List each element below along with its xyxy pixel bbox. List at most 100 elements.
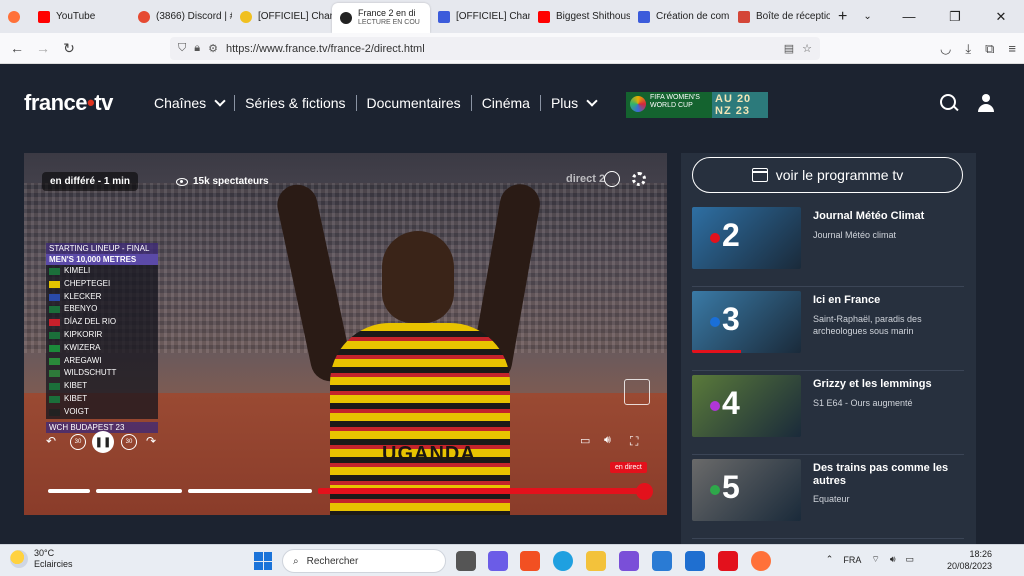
tab-youtube-2[interactable]: Biggest Shithous: [530, 0, 630, 33]
rewind-30-icon[interactable]: 30: [70, 434, 86, 450]
card-title[interactable]: Ici en France: [813, 294, 963, 307]
tv-program-button[interactable]: voir le programme tv: [692, 157, 963, 193]
firefox-icon[interactable]: [751, 551, 771, 571]
mail-icon[interactable]: [685, 551, 705, 571]
flag-icon: [49, 306, 60, 314]
channel-dot-icon: [710, 401, 720, 411]
edge-icon[interactable]: [553, 551, 573, 571]
weather-widget[interactable]: 30°C Eclaircies: [10, 548, 73, 570]
tab-france2[interactable]: France 2 en diLECTURE EN COU✕: [332, 3, 430, 33]
task-view-icon[interactable]: [456, 551, 476, 571]
lineup-list: KIMELI CHEPTEGEI KLECKER EBENYO DÍAZ DEL RIO…: [46, 265, 158, 419]
search-icon[interactable]: [940, 94, 958, 112]
tab-list-chevron-icon[interactable]: ⌄: [855, 0, 879, 33]
lock-icon[interactable]: 🔒︎: [194, 42, 200, 55]
menu-icon[interactable]: ≡: [1008, 41, 1016, 57]
francetv-logo[interactable]: france•tv: [24, 90, 113, 116]
store-icon[interactable]: [520, 551, 540, 571]
volume-icon[interactable]: 🔊︎: [890, 554, 896, 565]
lineup-row: DÍAZ DEL RIO: [46, 316, 158, 329]
channel-card[interactable]: 4 Grizzy et les lemmings S1 E64 - Ours aug…: [692, 375, 964, 455]
wifi-icon[interactable]: ⌔: [871, 554, 879, 565]
flag-icon: [49, 268, 60, 275]
new-tab-button[interactable]: +: [830, 0, 855, 33]
fifa-world-cup-banner[interactable]: FIFA WOMEN'S WORLD CUP AU 20 NZ 23: [626, 92, 768, 118]
download-icon[interactable]: ⤓: [965, 41, 971, 57]
pocket-icon[interactable]: ◡: [940, 41, 951, 57]
channel-thumbnail[interactable]: 5: [692, 459, 801, 521]
user-icon[interactable]: [978, 94, 994, 112]
channel-card[interactable]: 5 Des trains pas comme les autres Equateur: [692, 459, 964, 539]
progress-segment[interactable]: [96, 489, 182, 493]
chevron-up-icon[interactable]: ⌃: [826, 554, 834, 565]
reload-icon[interactable]: ↷: [146, 434, 156, 448]
app-icon[interactable]: [652, 551, 672, 571]
progress-segment[interactable]: [48, 489, 90, 493]
nav-plus[interactable]: Plus: [541, 94, 606, 111]
video-player[interactable]: UGANDA en différé - 1 min 15k spectateur…: [24, 153, 667, 515]
reader-view-icon[interactable]: ▤: [784, 42, 794, 55]
channel-thumbnail[interactable]: 4: [692, 375, 801, 437]
shield-icon[interactable]: ⛉: [178, 42, 186, 55]
tab-label: [OFFICIEL] Cham: [258, 11, 332, 22]
minimize-icon[interactable]: —: [886, 0, 932, 33]
fullscreen-icon[interactable]: ⛶: [630, 434, 638, 449]
back-to-start-icon[interactable]: ↶: [46, 434, 56, 448]
language-indicator[interactable]: FRA: [843, 555, 861, 565]
taskbar-search[interactable]: ⌕ Rechercher: [282, 549, 446, 573]
file-explorer-icon[interactable]: [586, 551, 606, 571]
url-text[interactable]: https://www.france.tv/france-2/direct.ht…: [226, 43, 776, 55]
card-subtitle: Equateur: [813, 494, 850, 504]
nav-chaines[interactable]: Chaînes: [154, 94, 234, 111]
back-icon[interactable]: ←: [4, 40, 30, 56]
tab-youtube[interactable]: YouTube: [30, 0, 130, 33]
tab-officiel-2[interactable]: [OFFICIEL] Cham: [430, 0, 530, 33]
lineup-row: KIMELI: [46, 265, 158, 278]
nav-label: Séries & fictions: [245, 95, 346, 111]
tlc-icon[interactable]: [718, 551, 738, 571]
extensions-icon[interactable]: ⧉: [985, 41, 994, 57]
leaf-icon[interactable]: [604, 171, 620, 187]
gear-icon[interactable]: [632, 172, 646, 186]
battery-icon[interactable]: ▭: [905, 554, 914, 565]
url-bar[interactable]: ⛉ 🔒︎ ⚙ https://www.france.tv/france-2/di…: [170, 37, 820, 60]
subtitles-icon[interactable]: ▭: [580, 434, 590, 447]
forward-30-icon[interactable]: 30: [121, 434, 137, 450]
channel-thumbnail[interactable]: 3: [692, 291, 801, 353]
nav-cinema[interactable]: Cinéma: [472, 95, 540, 111]
tab-officiel-1[interactable]: [OFFICIEL] Cham: [232, 0, 332, 33]
channel-thumbnail[interactable]: 2: [692, 207, 801, 269]
athlete-name: KIBET: [64, 381, 88, 391]
card-title[interactable]: Journal Météo Climat: [813, 210, 963, 223]
forward-icon[interactable]: →: [30, 40, 56, 56]
athlete-name: DÍAZ DEL RIO: [64, 317, 117, 327]
nav-series[interactable]: Séries & fictions: [235, 95, 355, 111]
reload-icon[interactable]: ↻: [56, 40, 82, 57]
card-title[interactable]: Des trains pas comme les autres: [813, 462, 963, 488]
tab-creation[interactable]: Création de com: [630, 0, 730, 33]
card-title[interactable]: Grizzy et les lemmings: [813, 378, 963, 391]
nav-documentaires[interactable]: Documentaires: [357, 95, 471, 111]
permissions-icon[interactable]: ⚙: [208, 42, 218, 55]
app-icon[interactable]: [619, 551, 639, 571]
close-window-icon[interactable]: ✕: [978, 0, 1024, 33]
progress-segment-live[interactable]: [318, 488, 644, 494]
tab-discord[interactable]: (3866) Discord | #: [130, 0, 232, 33]
channel-number: 3: [722, 301, 740, 337]
pause-button[interactable]: ❚❚: [92, 431, 114, 453]
volume-icon[interactable]: 🔊︎: [604, 434, 611, 447]
channel-card[interactable]: 2 Journal Météo Climat Journal Météo clima…: [692, 207, 964, 287]
progress-segment[interactable]: [188, 489, 312, 493]
restore-icon[interactable]: ❐: [932, 0, 978, 33]
teams-icon[interactable]: [488, 551, 508, 571]
firefox-menu[interactable]: [0, 0, 30, 33]
bookmark-star-icon[interactable]: ☆: [802, 42, 812, 55]
windows-start-icon[interactable]: [254, 552, 272, 570]
toolbar-right: ◡ ⤓ ⧉ ≡: [940, 41, 1016, 57]
live-tag[interactable]: en direct: [610, 462, 647, 473]
clock[interactable]: 18:26 20/08/2023: [947, 548, 992, 572]
channel-card[interactable]: 3 Ici en France Saint-Raphaël, paradis des…: [692, 291, 964, 371]
expand-icon[interactable]: [624, 379, 650, 405]
progress-knob[interactable]: [636, 483, 653, 500]
tab-gmail[interactable]: Boîte de réceptio: [730, 0, 830, 33]
